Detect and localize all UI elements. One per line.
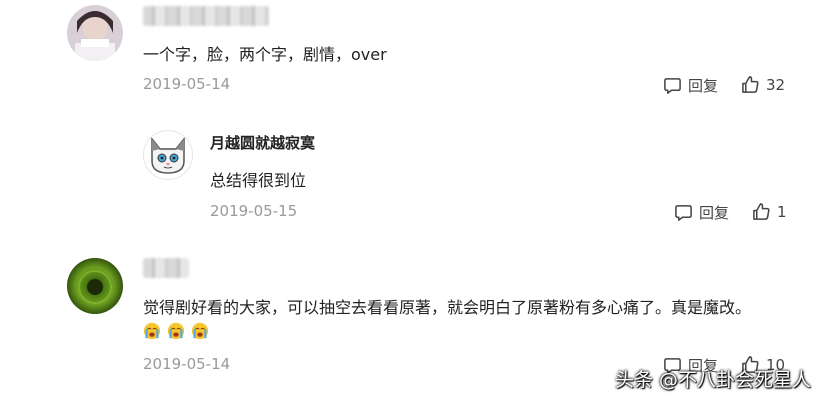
reply-label: 回复 [688,77,719,95]
blurred-username[interactable] [143,6,269,26]
comment-date: 2019-05-15 [210,202,298,220]
thumbs-up-icon [753,203,770,220]
avatar[interactable] [143,130,193,180]
crying-face-icon [191,322,209,339]
comment-date: 2019-05-14 [143,75,231,93]
thumbs-up-icon [742,76,759,93]
reply-label: 回复 [699,204,730,222]
avatar[interactable] [67,5,123,61]
reply-button[interactable]: 回复 [674,202,729,223]
reply-button[interactable]: 回复 [663,75,718,96]
emoji-row [143,320,215,340]
username[interactable]: 月越圆就越寂寞 [210,132,315,153]
like-button[interactable]: 1 [752,202,787,221]
blurred-username[interactable] [143,258,189,278]
comment-icon [664,78,681,94]
comment-icon [675,205,692,221]
crying-face-icon [167,322,185,339]
avatar[interactable] [67,258,123,314]
like-count: 1 [777,202,787,221]
comment-text: 觉得剧好看的大家，可以抽空去看看原著，就会明白了原著粉有多心痛了。真是魔改。 [143,298,752,317]
comment-text: 一个字，脸，两个字，剧情，over [143,45,387,64]
like-button[interactable]: 32 [741,75,785,94]
like-count: 32 [766,75,786,94]
comment-date: 2019-05-14 [143,355,231,373]
watermark: 头条 @不八卦会死星人 [614,369,811,391]
crying-face-icon [143,322,161,339]
comment-text: 总结得很到位 [210,171,307,190]
